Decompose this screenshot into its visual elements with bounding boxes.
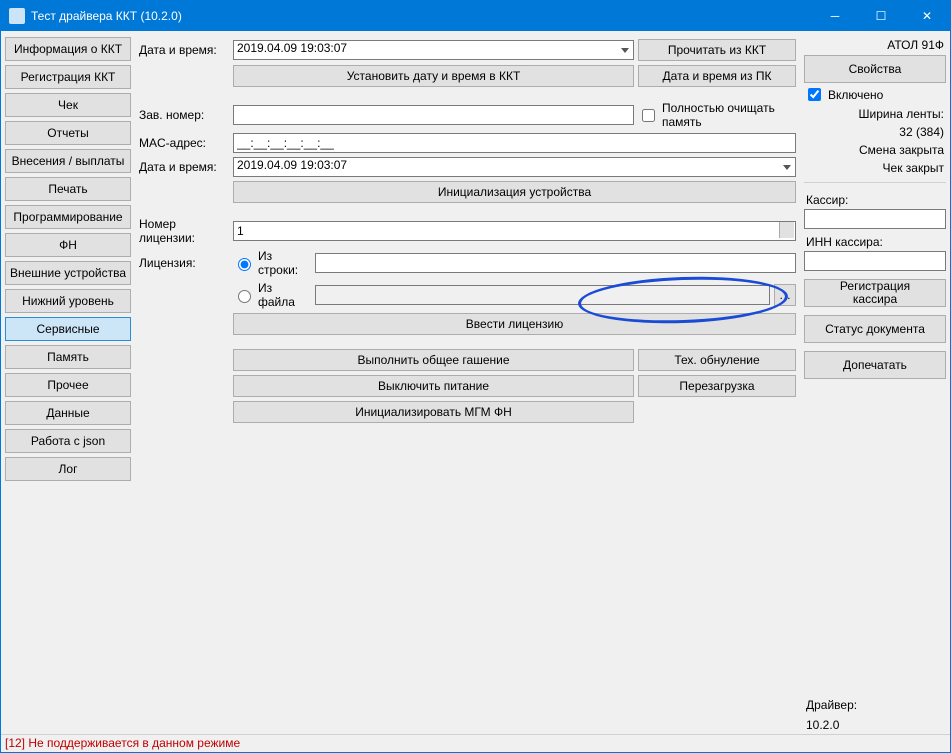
finish-print-button[interactable]: Допечатать [804, 351, 946, 379]
tape-width-value: 32 (384) [804, 124, 946, 140]
license-from-string-radio[interactable]: Из строки: [233, 249, 311, 277]
nav-печать[interactable]: Печать [5, 177, 131, 201]
window-title: Тест драйвера ККТ (10.2.0) [31, 9, 812, 23]
nav-работа-с-json[interactable]: Работа с json [5, 429, 131, 453]
maximize-button[interactable]: ☐ [858, 1, 904, 31]
cashier-label: Кассир: [804, 193, 946, 207]
cashier-input[interactable] [804, 209, 946, 229]
nav-память[interactable]: Память [5, 345, 131, 369]
nav-внешние-устройства[interactable]: Внешние устройства [5, 261, 131, 285]
read-kkt-button[interactable]: Прочитать из ККТ [638, 39, 796, 61]
license-file-input [315, 285, 770, 305]
general-erase-button[interactable]: Выполнить общее гашение [233, 349, 634, 371]
mac-input[interactable] [233, 133, 796, 153]
nav-отчеты[interactable]: Отчеты [5, 121, 131, 145]
label-serial: Зав. номер: [139, 108, 229, 122]
init-mgm-fn-button[interactable]: Инициализировать МГМ ФН [233, 401, 634, 423]
properties-button[interactable]: Свойства [804, 55, 946, 83]
label-license: Лицензия: [139, 256, 229, 270]
nav-прочее[interactable]: Прочее [5, 373, 131, 397]
title-bar: Тест драйвера ККТ (10.2.0) ─ ☐ ✕ [1, 1, 950, 31]
license-string-input[interactable] [315, 253, 796, 273]
doc-status-button[interactable]: Статус документа [804, 315, 946, 343]
nav-внесения-выплаты[interactable]: Внесения / выплаты [5, 149, 131, 173]
reboot-button[interactable]: Перезагрузка [638, 375, 796, 397]
tech-reset-button[interactable]: Тех. обнуление [638, 349, 796, 371]
datetime-combo-1[interactable]: 2019.04.09 19:03:07 [233, 40, 634, 60]
label-datetime-2: Дата и время: [139, 160, 229, 174]
datetime-combo-2[interactable]: 2019.04.09 19:03:07 [233, 157, 796, 177]
shift-status: Смена закрыта [804, 142, 946, 158]
driver-label: Драйвер: [804, 698, 946, 712]
nav-фн[interactable]: ФН [5, 233, 131, 257]
nav-нижний-уровень[interactable]: Нижний уровень [5, 289, 131, 313]
label-mac: MAC-адрес: [139, 136, 229, 150]
tape-width-label: Ширина ленты: [804, 106, 946, 122]
clear-memory-checkbox[interactable]: Полностью очищать память [638, 101, 796, 129]
label-license-no: Номер лицензии: [139, 217, 229, 245]
license-no-input[interactable] [233, 221, 796, 241]
set-datetime-button[interactable]: Установить дату и время в ККТ [233, 65, 634, 87]
clear-memory-check[interactable] [642, 109, 655, 122]
check-status: Чек закрыт [804, 160, 946, 176]
datetime-from-pc-button[interactable]: Дата и время из ПК [638, 65, 796, 87]
left-nav: Информация о ККТ Регистрация ККТ Чек Отчеты… [5, 37, 131, 732]
close-button[interactable]: ✕ [904, 1, 950, 31]
init-device-button[interactable]: Инициализация устройства [233, 181, 796, 203]
nav-лог[interactable]: Лог [5, 457, 131, 481]
nav-сервисные[interactable]: Сервисные [5, 317, 131, 341]
label-datetime: Дата и время: [139, 43, 229, 57]
main-panel: Дата и время: 2019.04.09 19:03:07 Прочит… [135, 37, 800, 732]
nav-информация-о-ккт[interactable]: Информация о ККТ [5, 37, 131, 61]
inn-label: ИНН кассира: [804, 235, 946, 249]
register-cashier-button[interactable]: Регистрация кассира [804, 279, 946, 307]
browse-file-button[interactable]: … [774, 284, 796, 306]
status-bar: [12] Не поддерживается в данном режиме [1, 734, 950, 752]
inn-input[interactable] [804, 251, 946, 271]
nav-регистрация-ккт[interactable]: Регистрация ККТ [5, 65, 131, 89]
minimize-button[interactable]: ─ [812, 1, 858, 31]
nav-чек[interactable]: Чек [5, 93, 131, 117]
serial-input[interactable] [233, 105, 634, 125]
driver-version: 10.2.0 [804, 718, 946, 732]
model-label: АТОЛ 91Ф [804, 37, 946, 53]
app-icon [9, 8, 25, 24]
power-off-button[interactable]: Выключить питание [233, 375, 634, 397]
set-license-button[interactable]: Ввести лицензию [233, 313, 796, 335]
right-panel: АТОЛ 91Ф Свойства Включено Ширина ленты:… [804, 37, 946, 732]
app-window: Тест драйвера ККТ (10.2.0) ─ ☐ ✕ Информа… [0, 0, 951, 753]
nav-программирование[interactable]: Программирование [5, 205, 131, 229]
enabled-checkbox[interactable]: Включено [804, 85, 946, 104]
license-from-file-radio[interactable]: Из файла [233, 281, 311, 309]
nav-данные[interactable]: Данные [5, 401, 131, 425]
